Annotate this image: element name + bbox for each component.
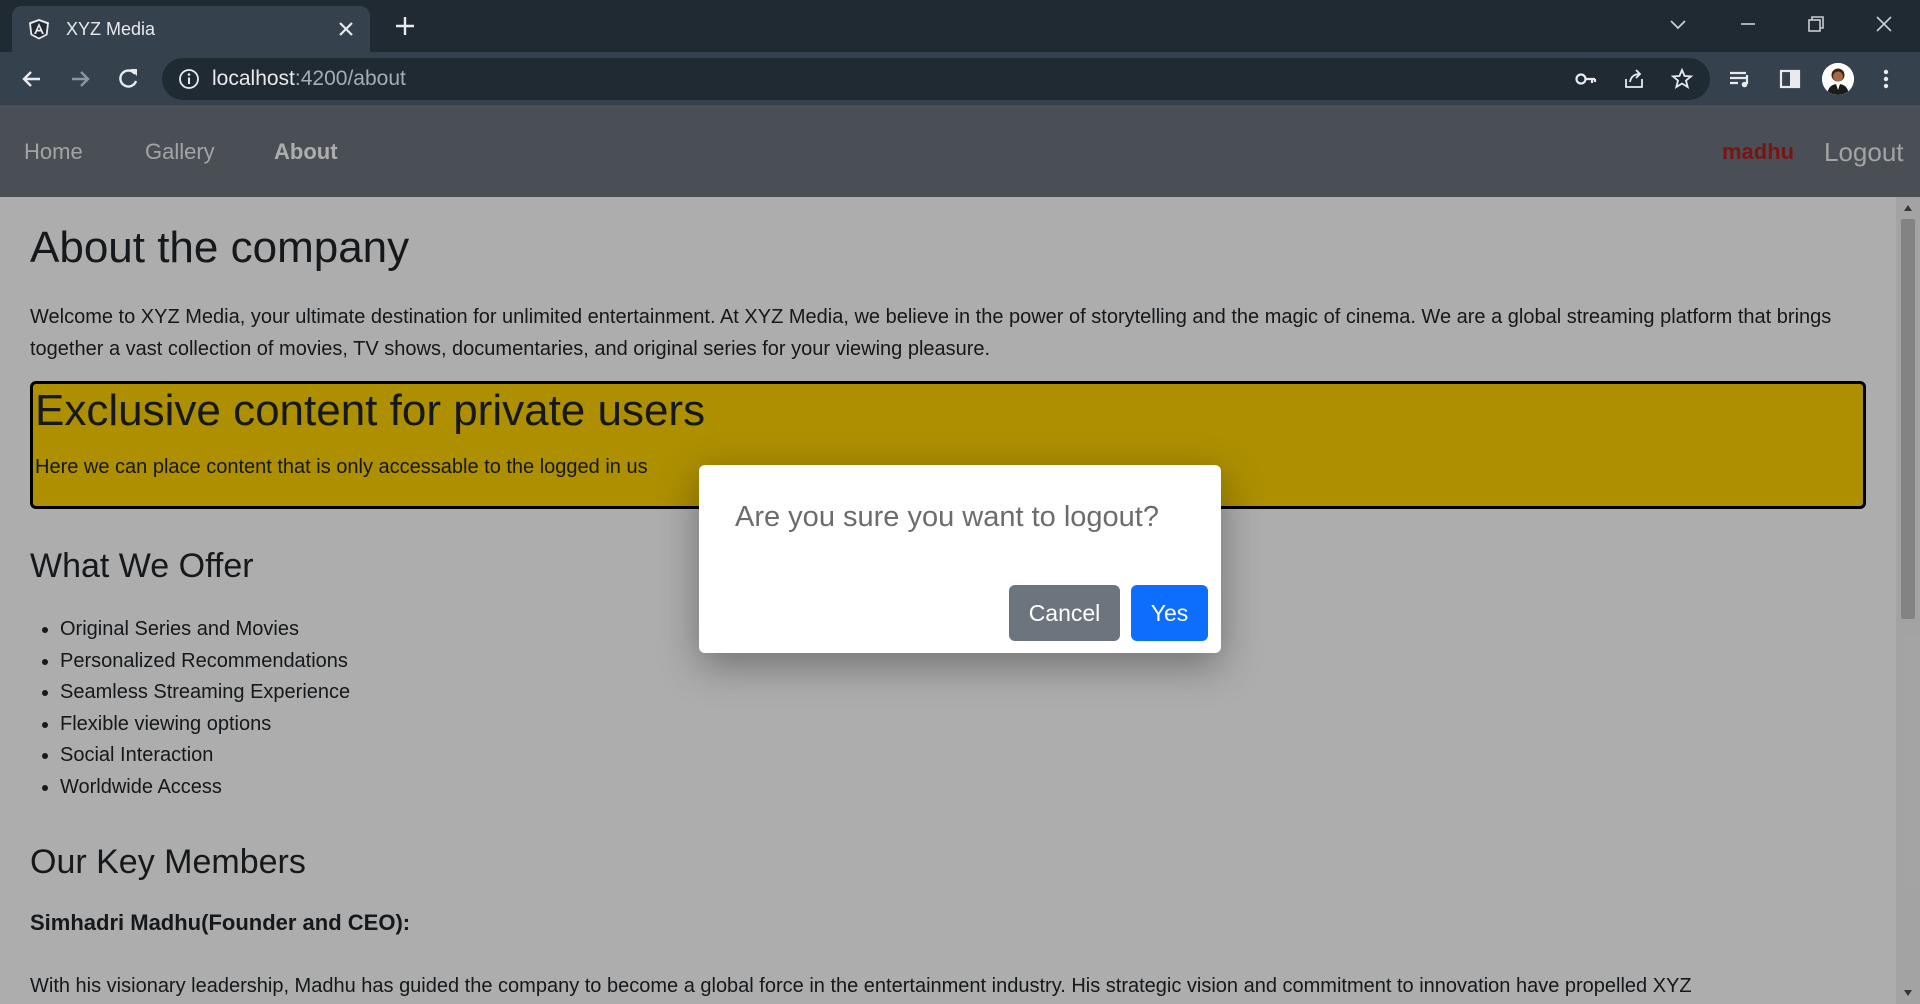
info-icon[interactable]	[178, 68, 200, 90]
browser-tabstrip: XYZ Media	[0, 0, 1920, 52]
minimize-icon[interactable]	[1736, 12, 1760, 36]
profile-avatar[interactable]	[1822, 63, 1854, 95]
browser-tab[interactable]: XYZ Media	[12, 6, 370, 52]
close-icon[interactable]	[336, 19, 356, 39]
side-panel-icon[interactable]	[1776, 65, 1804, 93]
forward-icon[interactable]	[66, 65, 94, 93]
back-icon[interactable]	[18, 65, 46, 93]
menu-icon[interactable]	[1872, 65, 1900, 93]
dialog-message: Are you sure you want to logout?	[735, 501, 1159, 533]
new-tab-icon[interactable]	[392, 13, 418, 39]
star-icon[interactable]	[1670, 67, 1694, 91]
key-icon[interactable]	[1574, 67, 1598, 91]
media-control-icon[interactable]	[1726, 65, 1754, 93]
cancel-button[interactable]: Cancel	[1009, 585, 1120, 641]
close-window-icon[interactable]	[1872, 12, 1896, 36]
share-icon[interactable]	[1622, 67, 1646, 91]
url-path: :4200/about	[294, 67, 406, 90]
browser-toolbar: localhost:4200/about	[0, 52, 1920, 105]
reload-icon[interactable]	[114, 65, 142, 93]
angular-icon	[29, 19, 49, 40]
logout-confirm-dialog: Are you sure you want to logout? Cancel …	[699, 465, 1221, 653]
page-viewport: Home Gallery About madhu Logout About th…	[0, 105, 1920, 1004]
url-host: localhost	[212, 67, 295, 90]
profile-photo-icon	[1822, 63, 1854, 95]
chevron-down-icon[interactable]	[1666, 12, 1690, 36]
address-bar[interactable]: localhost:4200/about	[162, 58, 1710, 100]
yes-button[interactable]: Yes	[1131, 585, 1208, 641]
url-text[interactable]: localhost:4200/about	[212, 67, 406, 91]
restore-icon[interactable]	[1804, 12, 1828, 36]
tab-title: XYZ Media	[66, 19, 156, 39]
